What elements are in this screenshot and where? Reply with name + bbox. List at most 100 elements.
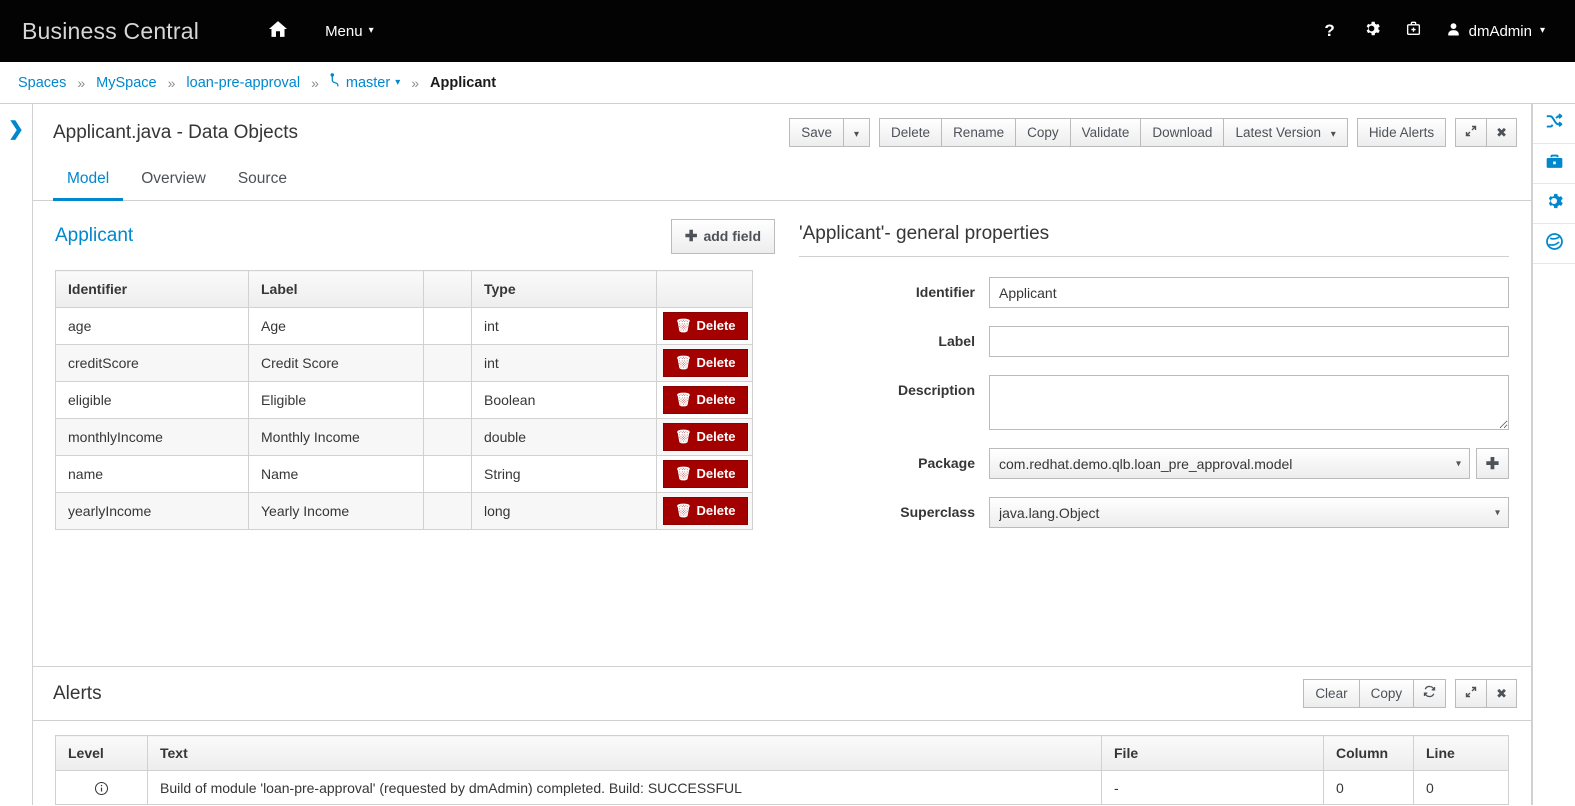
- tab-model[interactable]: Model: [53, 159, 124, 201]
- version-dropdown-button[interactable]: Latest Version ▾: [1223, 118, 1348, 147]
- delete-field-button[interactable]: 🗑 Delete: [663, 497, 748, 525]
- trash-icon: 🗑: [675, 355, 692, 370]
- help-button[interactable]: ?: [1310, 11, 1350, 51]
- column-header-line: Line: [1413, 735, 1509, 772]
- expand-icon: [1465, 125, 1477, 140]
- hide-alerts-button[interactable]: Hide Alerts: [1356, 118, 1447, 147]
- shuffle-icon: [1545, 112, 1564, 136]
- package-select[interactable]: com.redhat.demo.qlb.loan_pre_approval.mo…: [989, 448, 1470, 479]
- alerts-table: Level Text File Column Line Build of mod…: [55, 735, 1509, 805]
- table-row[interactable]: creditScore Credit Score int 🗑 Delete: [55, 344, 753, 382]
- field-label: Yearly Income: [248, 492, 424, 530]
- breadcrumb: Spaces » MySpace » loan-pre-approval » m…: [0, 62, 1575, 104]
- breadcrumb-separator: »: [167, 74, 176, 91]
- data-object-name-link[interactable]: Applicant: [55, 219, 133, 247]
- rail-item-briefcase[interactable]: [1532, 144, 1575, 184]
- superclass-select[interactable]: java.lang.Object: [989, 497, 1509, 528]
- save-dropdown-button[interactable]: ▾: [843, 118, 871, 147]
- field-type: String: [471, 455, 657, 493]
- maximize-alerts-button[interactable]: [1455, 679, 1488, 709]
- branch-label: master: [345, 74, 391, 91]
- alert-file: -: [1101, 770, 1324, 805]
- identifier-input[interactable]: [989, 277, 1509, 308]
- home-button[interactable]: [253, 12, 303, 50]
- data-model-column: Applicant ✚ add field Identifier Label T…: [55, 219, 775, 666]
- maximize-editor-button[interactable]: [1455, 118, 1488, 147]
- support-button[interactable]: [1394, 11, 1434, 51]
- general-properties-panel: 'Applicant'- general properties Identifi…: [799, 219, 1509, 666]
- rail-item-globe[interactable]: [1532, 224, 1575, 264]
- field-actions: 🗑 Delete: [656, 344, 753, 382]
- label-input[interactable]: [989, 326, 1509, 357]
- center-column: Applicant.java - Data Objects Save ▾ Del…: [33, 104, 1532, 805]
- clear-alerts-button[interactable]: Clear: [1303, 679, 1360, 709]
- home-icon: [269, 20, 288, 42]
- copy-alerts-button[interactable]: Copy: [1358, 679, 1415, 709]
- table-row[interactable]: monthlyIncome Monthly Income double 🗑 De…: [55, 418, 753, 456]
- copy-button[interactable]: Copy: [1015, 118, 1071, 147]
- menu-dropdown[interactable]: Menu ▾: [309, 15, 390, 48]
- download-button[interactable]: Download: [1140, 118, 1225, 147]
- field-label: Eligible: [248, 381, 424, 419]
- user-name: dmAdmin: [1468, 22, 1532, 40]
- delete-label: Delete: [696, 429, 736, 444]
- field-label: Age: [248, 307, 424, 345]
- trash-icon: 🗑: [675, 429, 692, 444]
- delete-field-button[interactable]: 🗑 Delete: [663, 460, 748, 488]
- field-actions: 🗑 Delete: [656, 418, 753, 456]
- delete-field-button[interactable]: 🗑 Delete: [663, 423, 748, 451]
- fields-table: Identifier Label Type age Age int 🗑 Dele…: [55, 270, 753, 530]
- alert-line: 0: [1413, 770, 1509, 805]
- alert-column: 0: [1323, 770, 1414, 805]
- tab-source[interactable]: Source: [224, 159, 301, 201]
- chevron-right-icon[interactable]: ❯: [8, 120, 24, 805]
- table-row[interactable]: yearlyIncome Yearly Income long 🗑 Delete: [55, 492, 753, 530]
- field-blank: [423, 455, 472, 493]
- description-textarea[interactable]: [989, 375, 1509, 430]
- table-row[interactable]: age Age int 🗑 Delete: [55, 307, 753, 345]
- validate-button[interactable]: Validate: [1069, 118, 1142, 147]
- alerts-table-body: Build of module 'loan-pre-approval' (req…: [55, 770, 1509, 805]
- column-header-level: Level: [55, 735, 148, 772]
- delete-field-button[interactable]: 🗑 Delete: [663, 312, 748, 340]
- breadcrumb-branch-selector[interactable]: master ▾: [330, 73, 400, 92]
- close-alerts-button[interactable]: ✖: [1486, 679, 1517, 709]
- add-field-button[interactable]: ✚ add field: [670, 219, 775, 254]
- tab-overview[interactable]: Overview: [127, 159, 220, 201]
- table-row[interactable]: Build of module 'loan-pre-approval' (req…: [55, 770, 1509, 805]
- label-label: Label: [938, 333, 975, 349]
- delete-button[interactable]: Delete: [879, 118, 943, 147]
- close-editor-button[interactable]: ✖: [1486, 118, 1517, 147]
- add-package-button[interactable]: ✚: [1476, 448, 1509, 479]
- delete-field-button[interactable]: 🗑 Delete: [663, 349, 748, 377]
- settings-button[interactable]: [1352, 11, 1392, 51]
- package-select-wrapper: com.redhat.demo.qlb.loan_pre_approval.mo…: [989, 448, 1470, 479]
- refresh-alerts-button[interactable]: [1413, 679, 1447, 709]
- rail-item-settings[interactable]: [1532, 184, 1575, 224]
- superclass-control: java.lang.Object ▾: [989, 497, 1509, 528]
- save-button[interactable]: Save: [789, 118, 844, 147]
- breadcrumb-item-spaces[interactable]: Spaces: [18, 75, 66, 91]
- identifier-row: Identifier: [799, 277, 1509, 308]
- table-row[interactable]: eligible Eligible Boolean 🗑 Delete: [55, 381, 753, 419]
- table-row[interactable]: name Name String 🗑 Delete: [55, 455, 753, 493]
- delete-label: Delete: [696, 355, 736, 370]
- column-header-file: File: [1101, 735, 1324, 772]
- breadcrumb-item-myspace[interactable]: MySpace: [96, 75, 156, 91]
- right-rail: [1532, 104, 1575, 805]
- trash-icon: 🗑: [675, 503, 692, 518]
- field-blank: [423, 418, 472, 456]
- label-row: Label: [799, 326, 1509, 357]
- alerts-table-head: Level Text File Column Line: [55, 735, 1509, 772]
- delete-field-button[interactable]: 🗑 Delete: [663, 386, 748, 414]
- breadcrumb-separator: »: [411, 74, 420, 91]
- user-menu[interactable]: dmAdmin ▾: [1436, 14, 1559, 49]
- field-type: Boolean: [471, 381, 657, 419]
- column-header-identifier: Identifier: [55, 270, 249, 308]
- rename-button[interactable]: Rename: [941, 118, 1017, 147]
- rail-item-shuffle[interactable]: [1532, 104, 1575, 144]
- label-control: [989, 326, 1509, 357]
- chevron-down-icon: ▾: [854, 129, 860, 140]
- breadcrumb-item-project[interactable]: loan-pre-approval: [186, 75, 300, 91]
- window-controls-group: ✖: [1455, 118, 1517, 147]
